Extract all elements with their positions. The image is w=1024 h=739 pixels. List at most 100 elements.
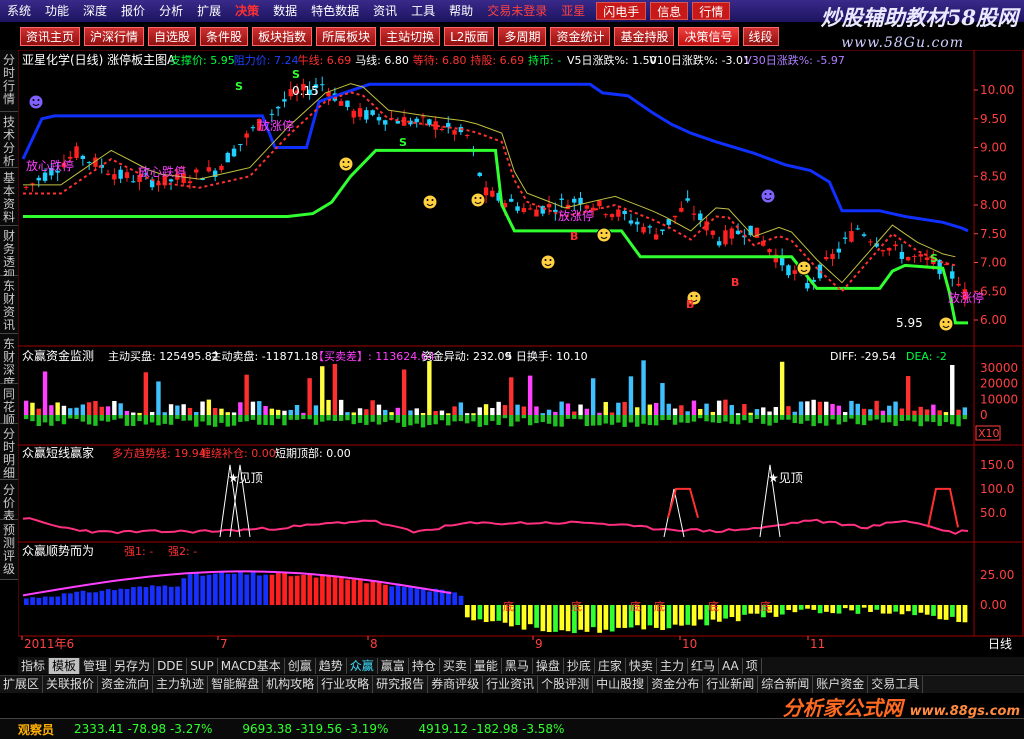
ticker-label[interactable]: 观察员 [18,721,54,738]
left-tab-8[interactable]: 分价表 [0,480,18,523]
extension-tab-6[interactable]: 行业攻略 [318,676,374,693]
menu-item-3[interactable]: 报价 [114,0,152,22]
volume-bar-negative [685,415,690,423]
extension-tab-5[interactable]: 机构攻略 [263,676,319,693]
left-tab-1[interactable]: 技术分析 [0,112,18,168]
index-quote-0[interactable]: 2333.41 -78.98 -3.27% [74,722,212,736]
histogram-bar [931,605,936,616]
left-tab-3[interactable]: 财务透视 [0,226,18,282]
indicator-tab-12[interactable]: 买卖 [440,657,471,674]
smiley-icon [760,188,776,204]
extension-tab-3[interactable]: 主力轨迹 [153,676,209,693]
left-tab-6[interactable]: 同花顺 [0,384,18,427]
left-tab-0[interactable]: 分时行情 [0,50,18,112]
menu-item-7[interactable]: 数据 [266,0,304,22]
toolbar-button-11[interactable]: 决策信号 [678,27,739,46]
histogram-bar [294,575,300,605]
extension-tab-16[interactable]: 交易工具 [868,676,924,693]
menu-item-11[interactable]: 帮助 [442,0,480,22]
indicator-tab-2[interactable]: 管理 [80,657,112,674]
left-tab-5[interactable]: 东财深度 [0,334,18,390]
extension-tab-12[interactable]: 资金分布 [648,676,704,693]
toolbar-button-6[interactable]: 主站切换 [380,27,441,46]
menu-item-10[interactable]: 工具 [404,0,442,22]
indicator-tab-0[interactable]: 指标 [18,657,50,674]
indicator-tab-16[interactable]: 抄底 [564,657,595,674]
toolbar-button-10[interactable]: 基金持股 [614,27,675,46]
indicator-tab-9[interactable]: 众赢 [347,657,378,674]
left-tab-2[interactable]: 基本资料 [0,168,18,226]
indicator-tab-13[interactable]: 量能 [471,657,502,674]
indicator-tab-21[interactable]: AA [719,657,743,674]
menu-item-4[interactable]: 分析 [152,0,190,22]
extension-tab-7[interactable]: 研究报告 [373,676,429,693]
toolbar-button-1[interactable]: 沪深行情 [84,27,145,46]
histogram-bar [282,572,287,605]
period-label[interactable]: 日线 [988,637,1012,651]
left-tab-4[interactable]: 东财资讯 [0,276,18,334]
indicator-tab-4[interactable]: DDE [154,657,188,674]
volume-bar [748,412,753,415]
volume-bar [36,408,41,415]
indicator-tab-7[interactable]: 创赢 [285,657,316,674]
menu-item-8[interactable]: 特色数据 [304,0,366,22]
indicator-tab-3[interactable]: 另存为 [111,657,155,674]
toolbar-button-3[interactable]: 条件股 [200,27,249,46]
menu-button-1[interactable]: 信息 [650,2,689,20]
indicator-tab-18[interactable]: 快卖 [626,657,657,674]
menu-button-2[interactable]: 行情 [692,2,731,20]
index-quote-2[interactable]: 4919.12 -182.98 -3.58% [418,722,564,736]
toolbar-button-8[interactable]: 多周期 [498,27,547,46]
menu-item-5[interactable]: 扩展 [190,0,228,22]
price-tick: 10.00 [980,83,1014,97]
menu-button-0[interactable]: 闪电手 [596,2,647,20]
volume-bar [912,410,917,415]
indicator-tab-1[interactable]: 模板 [49,657,81,674]
indicator-tab-6[interactable]: MACD基本 [218,657,285,674]
indicator-tab-5[interactable]: SUP [187,657,218,674]
menu-item-6[interactable]: 决策 [228,0,266,22]
left-tab-7[interactable]: 分时明细 [0,424,18,480]
indicator-tab-8[interactable]: 趋势 [316,657,347,674]
extension-tab-8[interactable]: 券商评级 [428,676,484,693]
extension-tab-0[interactable]: 扩展区 [0,676,44,693]
login-status[interactable]: 交易未登录 [480,0,554,22]
extension-tab-15[interactable]: 账户资金 [813,676,869,693]
toolbar-button-12[interactable]: 线段 [742,27,779,46]
menu-item-1[interactable]: 功能 [38,0,76,22]
indicator-tabs: 指标 模板 管理 另存为 DDE SUP MACD基本 创赢 趋势 众赢 赢富 持仓 买卖 量能 黑马 操盘抄… [18,657,1024,674]
indicator-tab-15[interactable]: 操盘 [533,657,564,674]
toolbar-button-7[interactable]: L2版面 [444,27,495,46]
extension-tab-13[interactable]: 行业新闻 [703,676,759,693]
extension-tab-11[interactable]: 中山股搜 [593,676,649,693]
menu-item-0[interactable]: 系统 [0,0,38,22]
toolbar-button-9[interactable]: 资金统计 [550,27,611,46]
toolbar-button-4[interactable]: 板块指数 [252,27,313,46]
indicator-tab-14[interactable]: 黑马 [502,657,533,674]
toolbar-button-0[interactable]: 资讯主页 [20,27,81,46]
index-quote-1[interactable]: 9693.38 -319.56 -3.19% [242,722,388,736]
left-tab-9[interactable]: 预测评级 [0,520,18,580]
menu-item-9[interactable]: 资讯 [366,0,404,22]
indicator-tab-17[interactable]: 庄家 [595,657,626,674]
toolbar-button-5[interactable]: 所属板块 [316,27,377,46]
extension-tab-2[interactable]: 资金流向 [98,676,154,693]
chart-canvas[interactable]: 亚星化学(日线) 涨停板主图A支撑价: 5.95 阻力价: 7.24 牛线: 6.6… [17,49,1024,651]
indicator-tab-20[interactable]: 红马 [688,657,719,674]
indicator-tab-10[interactable]: 赢富 [378,657,409,674]
histogram-bar [534,605,539,628]
extension-tab-4[interactable]: 智能解盘 [208,676,264,693]
volume-bar [515,404,520,415]
extension-tab-9[interactable]: 行业资讯 [483,676,539,693]
extension-tab-1[interactable]: 关联报价 [43,676,99,693]
extension-tab-10[interactable]: 个股评测 [538,676,594,693]
volume-bar [723,399,728,415]
histogram-bar [559,605,565,631]
indicator-tab-22[interactable]: 项 [743,657,762,674]
toolbar-button-2[interactable]: 自选股 [148,27,197,46]
extension-tab-14[interactable]: 综合新闻 [758,676,814,693]
menu-item-2[interactable]: 深度 [76,0,114,22]
indicator-tab-19[interactable]: 主力 [657,657,688,674]
legend-item: 强2: - [168,545,197,558]
indicator-tab-11[interactable]: 持仓 [409,657,440,674]
